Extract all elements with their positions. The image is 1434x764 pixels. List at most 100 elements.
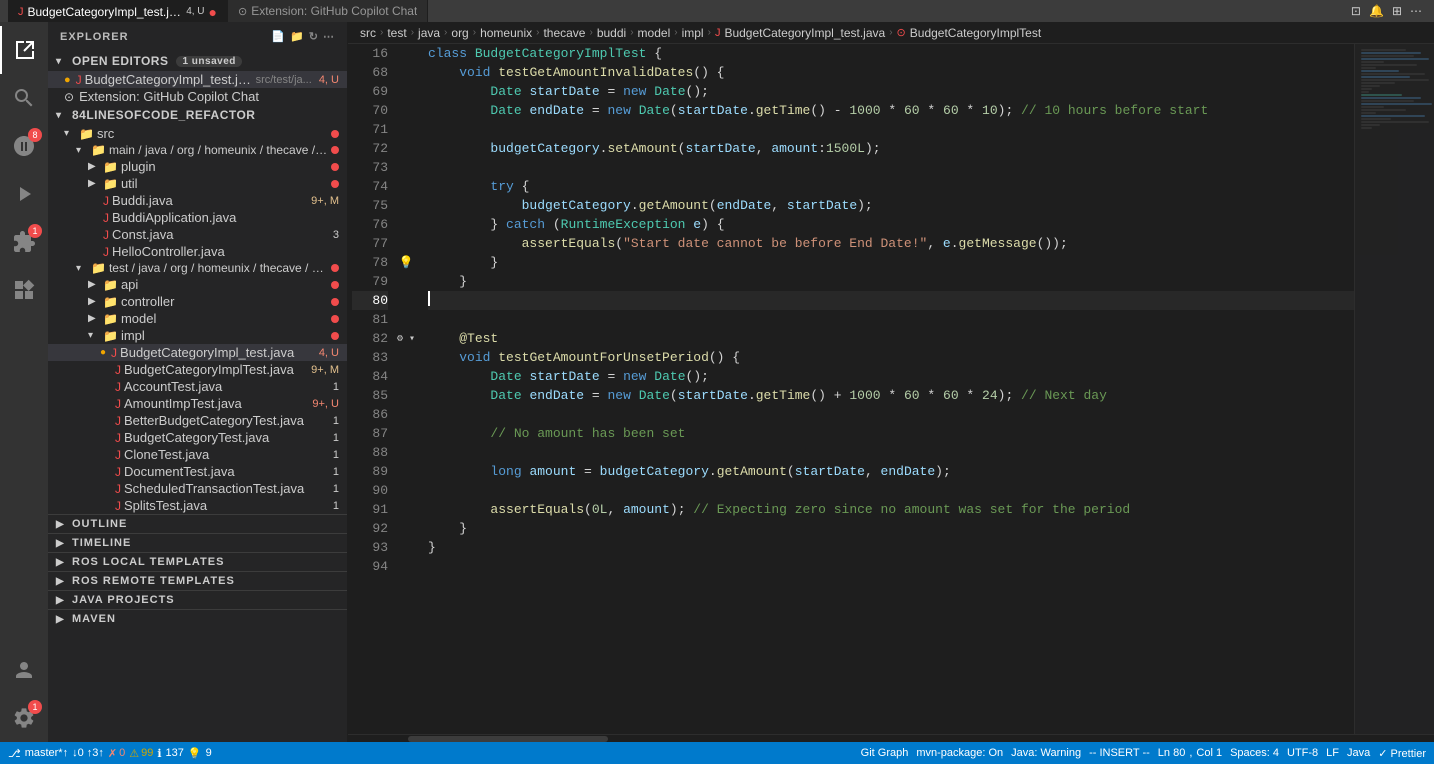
better-budget-test[interactable]: J BetterBudgetCategoryTest.java 1 — [48, 412, 347, 429]
hints-count[interactable]: 💡 9 — [188, 747, 212, 760]
warning-count[interactable]: ⚠ 99 — [129, 747, 153, 760]
budget-cat-impl-test2[interactable]: J BudgetCategoryImplTest.java 9+, M — [48, 361, 347, 378]
plugin-folder[interactable]: 📁 plugin — [48, 158, 347, 175]
info-label: 137 — [166, 747, 184, 759]
more-icon[interactable]: ⋯ — [1410, 4, 1422, 18]
horizontal-scrollbar[interactable] — [408, 736, 608, 742]
breadcrumb-thecave[interactable]: thecave — [543, 26, 585, 40]
impl-test-badge: 4, U — [319, 347, 347, 359]
tab-name-budget: BudgetCategoryImpl_test.java — [28, 5, 183, 19]
activity-extensions[interactable]: 1 — [0, 218, 48, 266]
buddi-app-java[interactable]: J BuddiApplication.java — [48, 209, 347, 226]
src-folder[interactable]: 📁 src — [48, 125, 347, 142]
model-folder[interactable]: 📁 model — [48, 310, 347, 327]
scheduled-test[interactable]: J ScheduledTransactionTest.java 1 — [48, 480, 347, 497]
error-count[interactable]: ✗ 0 — [108, 747, 125, 760]
impl-folder[interactable]: 📁 impl — [48, 327, 347, 344]
activity-explorer[interactable] — [0, 26, 48, 74]
budget-cat-impl-test[interactable]: ● J BudgetCategoryImpl_test.java 4, U — [48, 344, 347, 361]
ros-remote-chevron — [56, 576, 68, 587]
activity-accounts[interactable] — [0, 646, 48, 694]
activity-settings[interactable]: 1 — [0, 694, 48, 742]
new-folder-icon[interactable]: 📁 — [290, 30, 305, 43]
code-action-icon[interactable]: ⚙ ▾ — [396, 329, 416, 348]
account-test-java[interactable]: J AccountTest.java 1 — [48, 378, 347, 395]
settings-icon[interactable]: ⊡ — [1351, 4, 1361, 18]
buddi-java[interactable]: J Buddi.java 9+, M — [48, 192, 347, 209]
editor-content[interactable]: 16 68 69 70 71 72 73 74 75 76 77 78 — [348, 44, 1434, 734]
notifications-icon[interactable]: 🔔 — [1369, 4, 1384, 18]
layout-icon[interactable]: ⊞ — [1392, 4, 1402, 18]
util-folder[interactable]: 📁 util — [48, 175, 347, 192]
maven-section[interactable]: MAVEN — [48, 609, 347, 628]
activity-run[interactable] — [0, 170, 48, 218]
copilot-icon: ⊙ — [238, 5, 247, 18]
ln-86: 86 — [352, 405, 388, 424]
insert-mode[interactable]: -- INSERT -- — [1089, 747, 1150, 759]
indentation[interactable]: Spaces: 4 — [1230, 747, 1279, 759]
controller-folder[interactable]: 📁 controller — [48, 293, 347, 310]
activity-git[interactable]: 8 — [0, 122, 48, 170]
controller-chevron — [88, 296, 100, 307]
timeline-section[interactable]: TIMELINE — [48, 533, 347, 552]
hello-controller-label: HelloController.java — [112, 244, 347, 259]
hello-controller-java[interactable]: J HelloController.java — [48, 243, 347, 260]
encoding[interactable]: UTF-8 — [1287, 747, 1318, 759]
language-mode[interactable]: Java — [1347, 747, 1370, 759]
open-editor-item-1[interactable]: ● J BudgetCategoryImpl_test.java src/tes… — [48, 71, 347, 88]
new-file-icon[interactable]: 📄 — [271, 30, 286, 43]
amount-imp-test[interactable]: J AmountImpTest.java 9+, U — [48, 395, 347, 412]
main-folder[interactable]: 📁 main / java / org / homeunix / thecave… — [48, 142, 347, 158]
lightbulb-icon[interactable]: 💡 — [396, 253, 416, 272]
splits-test[interactable]: J SplitsTest.java 1 — [48, 497, 347, 514]
const-java[interactable]: J Const.java 3 — [48, 226, 347, 243]
outline-section[interactable]: OUTLINE — [48, 514, 347, 533]
java-warning[interactable]: Java: Warning — [1011, 747, 1081, 759]
breadcrumb-file[interactable]: BudgetCategoryImpl_test.java — [724, 26, 885, 40]
git-graph[interactable]: Git Graph — [861, 747, 909, 759]
breadcrumb-buddi[interactable]: buddi — [597, 26, 626, 40]
mvn-status[interactable]: mvn-package: On — [916, 747, 1003, 759]
breadcrumb-org[interactable]: org — [451, 26, 468, 40]
controller-label: controller — [121, 294, 328, 309]
budget-cat-test[interactable]: J BudgetCategoryTest.java 1 — [48, 429, 347, 446]
breadcrumb-src[interactable]: src — [360, 26, 376, 40]
test-folder[interactable]: 📁 test / java / org / homeunix / thecave… — [48, 260, 347, 276]
eol-label: LF — [1326, 747, 1339, 759]
prettier-status[interactable]: ✓ Prettier — [1378, 747, 1426, 760]
breadcrumb-homeunix[interactable]: homeunix — [480, 26, 532, 40]
git-branch[interactable]: ⎇ master*↑ — [8, 747, 68, 760]
git-sync[interactable]: ↓0 ↑3↑ — [72, 747, 104, 759]
code-editor[interactable]: class BudgetCategoryImplTest { void test… — [416, 44, 1354, 734]
budget-cat-badge: 1 — [333, 432, 347, 444]
scrollbar-area[interactable] — [348, 734, 1434, 742]
open-editor-badge-1: 4, U — [319, 74, 347, 86]
breadcrumb-impl[interactable]: impl — [682, 26, 704, 40]
activity-search[interactable] — [0, 74, 48, 122]
breadcrumb-test[interactable]: test — [387, 26, 406, 40]
info-count[interactable]: ℹ 137 — [157, 747, 184, 760]
minimap[interactable] — [1354, 44, 1434, 734]
eol[interactable]: LF — [1326, 747, 1339, 759]
cursor-line[interactable]: Ln 80, Col 1 — [1158, 747, 1222, 759]
editor-area: src › test › java › org › homeunix › the… — [348, 22, 1434, 742]
mode-label: -- INSERT -- — [1089, 747, 1150, 759]
breadcrumb-model[interactable]: model — [638, 26, 671, 40]
code-line-75: budgetCategory.getAmount(endDate, startD… — [428, 196, 1354, 215]
project-root-header[interactable]: 84LINESOFCODE_REFACTOR — [48, 105, 347, 125]
refresh-icon[interactable]: ↻ — [309, 30, 319, 43]
document-test[interactable]: J DocumentTest.java 1 — [48, 463, 347, 480]
open-editors-header[interactable]: OPEN EDITORS 1 unsaved — [48, 51, 347, 71]
activity-remote[interactable] — [0, 266, 48, 314]
java-projects-section[interactable]: JAVA PROJECTS — [48, 590, 347, 609]
api-folder[interactable]: 📁 api — [48, 276, 347, 293]
clone-test[interactable]: J CloneTest.java 1 — [48, 446, 347, 463]
ln-75: 75 — [352, 196, 388, 215]
ros-local-section[interactable]: ROS LOCAL TEMPLATES — [48, 552, 347, 571]
breadcrumb-java[interactable]: java — [418, 26, 440, 40]
ros-remote-section[interactable]: ROS REMOTE TEMPLATES — [48, 571, 347, 590]
breadcrumb-class: BudgetCategoryImplTest — [910, 26, 1041, 40]
sidebar-title: EXPLORER 📄 📁 ↻ ⋯ — [48, 22, 347, 51]
open-editor-item-2[interactable]: ⊙ Extension: GitHub Copilot Chat — [48, 88, 347, 105]
collapse-all-icon[interactable]: ⋯ — [323, 30, 335, 43]
